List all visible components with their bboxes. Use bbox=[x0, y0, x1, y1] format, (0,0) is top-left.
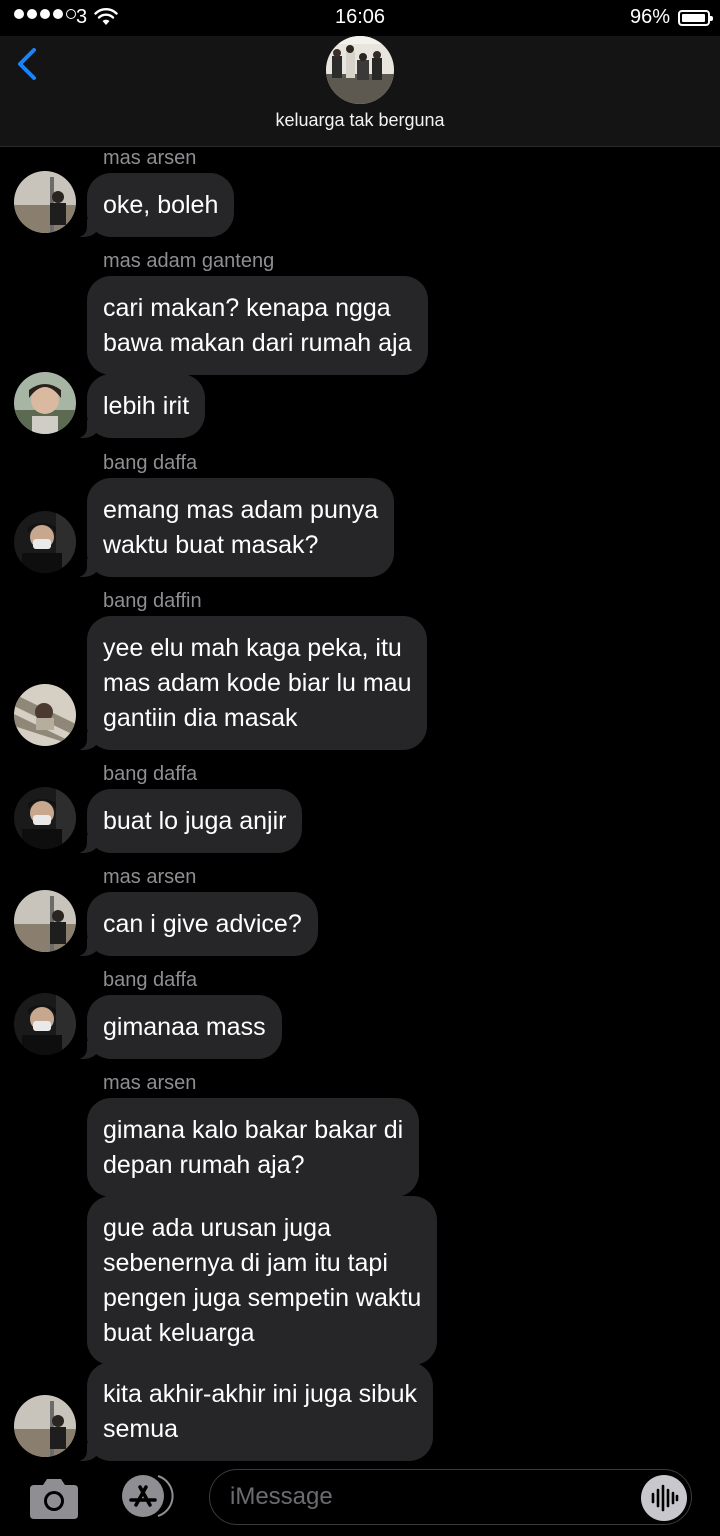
sender-name: mas arsen bbox=[103, 1072, 197, 1094]
sender-name: mas arsen bbox=[103, 147, 197, 169]
avatar[interactable] bbox=[14, 684, 76, 746]
message-bubble[interactable]: oke, boleh bbox=[76, 173, 235, 237]
battery-icon bbox=[678, 10, 713, 26]
message-bubble[interactable]: lebih irit bbox=[76, 374, 206, 438]
message-bubble[interactable]: gimana kalo bakar bakar di depan rumah a… bbox=[87, 1098, 420, 1197]
imessage-input[interactable] bbox=[209, 1469, 692, 1525]
audio-waveform-icon[interactable] bbox=[641, 1475, 687, 1521]
avatar[interactable] bbox=[14, 993, 76, 1055]
status-bar: 3 16:06 96% bbox=[0, 0, 720, 36]
avatar[interactable] bbox=[14, 890, 76, 952]
message-bubble[interactable]: can i give advice? bbox=[77, 892, 318, 956]
message-bubble[interactable]: gimanaa mass bbox=[77, 995, 282, 1059]
group-avatar[interactable] bbox=[326, 36, 394, 104]
message-bubble[interactable]: gue ada urusan juga sebenernya di jam it… bbox=[87, 1196, 438, 1365]
chevron-left-icon[interactable] bbox=[10, 42, 44, 86]
group-name[interactable]: keluarga tak berguna bbox=[0, 110, 720, 131]
app-store-icon[interactable] bbox=[114, 1473, 176, 1519]
sender-name: bang daffa bbox=[103, 452, 198, 474]
avatar[interactable] bbox=[14, 171, 76, 233]
conversation-header: keluarga tak berguna bbox=[0, 36, 720, 147]
message-bubble[interactable]: yee elu mah kaga peka, itu mas adam kode… bbox=[76, 616, 428, 750]
sender-name: mas arsen bbox=[103, 866, 197, 888]
sender-name: bang daffa bbox=[103, 969, 198, 991]
camera-icon[interactable] bbox=[26, 1477, 82, 1521]
sender-name: bang daffin bbox=[103, 590, 202, 612]
message-bubble[interactable]: kita akhir-akhir ini juga sibuk semua bbox=[76, 1362, 434, 1461]
sender-name: bang daffa bbox=[103, 763, 198, 785]
avatar[interactable] bbox=[14, 787, 76, 849]
message-bubble[interactable]: emang mas adam punya waktu buat masak? bbox=[76, 478, 395, 577]
message-bubble[interactable]: cari makan? kenapa ngga bawa makan dari … bbox=[87, 276, 428, 375]
compose-bar bbox=[0, 1463, 720, 1536]
avatar[interactable] bbox=[14, 511, 76, 573]
avatar[interactable] bbox=[14, 1395, 76, 1457]
message-list[interactable]: mas arsen oke, boleh mas adam ganteng ca… bbox=[0, 147, 720, 1463]
battery-percentage: 96% bbox=[629, 6, 670, 28]
sender-name: mas adam ganteng bbox=[103, 250, 275, 272]
message-bubble[interactable]: buat lo juga anjir bbox=[76, 789, 303, 853]
status-time: 16:06 bbox=[334, 6, 386, 28]
avatar[interactable] bbox=[14, 372, 76, 434]
